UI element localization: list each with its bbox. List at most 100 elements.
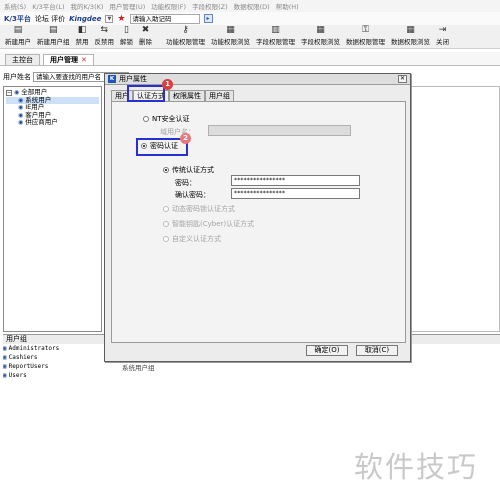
star-icon: ★: [117, 13, 126, 24]
user-icon: ◉: [18, 104, 24, 111]
field-perm-manage-button[interactable]: ▥ 字段权限管理: [253, 25, 298, 48]
custom-auth-option[interactable]: 自定义认证方式: [163, 234, 221, 244]
user-icon: ◉: [18, 96, 24, 104]
tab-user-group[interactable]: 用户组: [205, 90, 234, 101]
brand-row: K/3平台 论坛 评价 Kingdee ▼ ★ 请输入助记码 ▸: [0, 12, 500, 25]
group-icon: ▣: [3, 363, 7, 370]
list-item[interactable]: ▣ Administrators: [3, 344, 103, 353]
dialog-title: 用户属性: [119, 75, 147, 83]
function-perm-browse-button[interactable]: ▦ 功能权限浏览: [208, 25, 253, 48]
new-user-icon: ▤: [13, 25, 23, 35]
group-icon: ▣: [3, 354, 7, 361]
cancel-button[interactable]: 取消(C): [356, 345, 398, 356]
go-icon[interactable]: ▸: [203, 14, 213, 23]
password-auth-option[interactable]: 密码认证: [141, 141, 178, 151]
menu-function-perm[interactable]: 功能权限(F): [151, 1, 186, 11]
tab-console-label: 主控台: [12, 56, 33, 64]
menu-bar: 系统(S) K/3平台(L) 我的K/3(K) 用户管理(U) 功能权限(F) …: [0, 0, 500, 12]
chevron-down-icon[interactable]: ▼: [105, 14, 114, 23]
new-group-button[interactable]: ▤ 新建用户组: [34, 25, 73, 48]
password-field[interactable]: ****************: [231, 175, 360, 186]
data-browse-icon: ▦: [406, 25, 415, 35]
menu-help[interactable]: 帮助(H): [276, 1, 299, 11]
tab-console[interactable]: 主控台: [5, 54, 40, 65]
domain-user-field[interactable]: [208, 125, 351, 136]
smartcard-option[interactable]: 智能钥匙(Cyber)认证方式: [163, 219, 254, 229]
disable-icon: ◧: [77, 25, 87, 35]
traditional-auth-radio[interactable]: [163, 167, 169, 173]
collapse-icon[interactable]: −: [6, 89, 12, 96]
tree-item-system-users[interactable]: ◉ 系统用户: [6, 96, 99, 104]
menu-platform[interactable]: K/3平台(L): [32, 1, 64, 11]
password-label: 密码：: [175, 179, 196, 187]
tab-user-label: 用户管理: [50, 56, 78, 64]
field-perm-browse-button[interactable]: ▦ 字段权限浏览: [298, 25, 343, 48]
field-icon: ▥: [271, 25, 280, 35]
tab-user-management[interactable]: 用户管理 ✕: [43, 54, 94, 65]
group-icon: ▣: [3, 372, 7, 379]
kingdee-logo: Kingdee: [69, 14, 102, 23]
menu-user-mgmt[interactable]: 用户管理(U): [109, 1, 145, 11]
traditional-auth-option[interactable]: 传统认证方式: [163, 165, 214, 175]
unlock-button[interactable]: ▯ 解锁: [117, 25, 136, 48]
forum-links[interactable]: 论坛 评价: [35, 14, 65, 24]
data-perm-manage-button[interactable]: ⚿ 数据权限管理: [343, 25, 388, 48]
user-icon: ◉: [18, 119, 24, 126]
confirm-password-field[interactable]: ****************: [231, 188, 360, 199]
dynamic-token-option[interactable]: 动态密码锁认证方式: [163, 204, 235, 214]
delete-button[interactable]: ✖ 删除: [136, 25, 155, 48]
search-label: 用户姓名: [3, 73, 31, 81]
group-icon: ▣: [3, 345, 7, 352]
exit-icon: ⇥: [438, 25, 447, 35]
menu-system[interactable]: 系统(S): [4, 1, 26, 11]
list-item[interactable]: ▣ Users: [3, 371, 103, 380]
new-group-icon: ▤: [48, 25, 58, 35]
dialog-title-bar[interactable]: K 用户属性 ✕: [105, 74, 410, 85]
step-badge-2: 2: [180, 133, 191, 144]
step-badge-1: 1: [162, 79, 173, 90]
list-item[interactable]: ▣ ReportUsers: [3, 362, 103, 371]
new-user-button[interactable]: ▤ 新建用户: [2, 25, 34, 48]
menu-mine[interactable]: 我的K/3(K): [70, 1, 103, 11]
group-description: 系统用户组: [122, 364, 155, 372]
kingdee-icon: K: [108, 75, 116, 83]
menu-data-perm[interactable]: 数据权限(D): [234, 1, 270, 11]
group-list: ▣ Administrators ▣ Cashiers ▣ ReportUsers ▣…: [3, 344, 103, 380]
list-item[interactable]: ▣ Cashiers: [3, 353, 103, 362]
tab-permission-attr[interactable]: 权限属性: [169, 90, 205, 101]
platform-name: K/3平台: [4, 14, 31, 23]
watermark: 软件技巧: [354, 450, 479, 484]
enable-icon: ⇆: [100, 25, 109, 35]
close-icon[interactable]: ✕: [398, 75, 407, 83]
function-perm-manage-button[interactable]: ⚷ 功能权限管理: [163, 25, 208, 48]
data-icon: ⚿: [362, 25, 369, 35]
confirm-password-label: 确认密码：: [175, 191, 210, 199]
password-auth-radio[interactable]: [141, 143, 147, 149]
menu-field-perm[interactable]: 字段权限(Z): [192, 1, 228, 11]
key-icon: ⚷: [182, 25, 189, 35]
dynamic-token-radio[interactable]: [163, 206, 169, 212]
close-button[interactable]: ⇥ 关闭: [433, 25, 452, 48]
delete-icon: ✖: [141, 25, 150, 35]
tree-item-supplier-users[interactable]: ◉ 供应商用户: [6, 118, 99, 127]
field-browse-icon: ▦: [316, 25, 325, 35]
ok-button[interactable]: 确定(O): [306, 345, 348, 356]
document-tabs: 主控台 用户管理 ✕: [0, 52, 500, 66]
custom-auth-radio[interactable]: [163, 236, 169, 242]
users-icon: ◉: [14, 89, 20, 96]
browse-icon: ▦: [226, 25, 235, 35]
disable-button[interactable]: ◧ 禁用: [73, 25, 92, 48]
tree-item-all-users[interactable]: − ◉ 全部用户: [6, 88, 99, 97]
data-perm-browse-button[interactable]: ▦ 数据权限浏览: [388, 25, 433, 48]
quick-code-input[interactable]: 请输入助记码: [129, 13, 200, 24]
user-tree: − ◉ 全部用户 ◉ 系统用户 ◉ IE用户 ◉ 客户用户 ◉ 供应商用户: [3, 86, 102, 332]
close-icon[interactable]: ✕: [81, 56, 87, 64]
user-icon: ◉: [18, 111, 24, 119]
unlock-icon: ▯: [124, 25, 129, 35]
enable-button[interactable]: ⇆ 反禁用: [92, 25, 118, 48]
tree-item-ie-users[interactable]: ◉ IE用户: [6, 103, 99, 112]
nt-auth-radio[interactable]: [143, 116, 149, 122]
toolbar: ▤ 新建用户 ▤ 新建用户组 ◧ 禁用 ⇆ 反禁用 ▯ 解锁 ✖ 删除 ⚷ 功能权限管理 ▦ 功…: [0, 25, 500, 49]
smartcard-radio[interactable]: [163, 221, 169, 227]
nt-auth-option[interactable]: NT安全认证: [143, 114, 190, 124]
